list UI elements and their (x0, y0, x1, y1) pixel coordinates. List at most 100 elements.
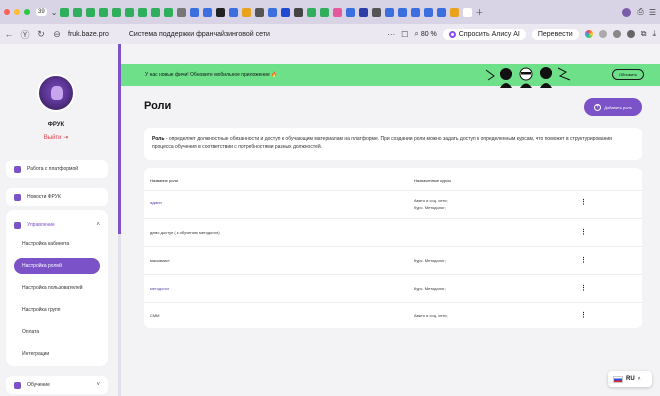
tab-favicon[interactable] (60, 7, 70, 17)
submenu-cabinet-settings[interactable]: Настройка кабинета (14, 236, 100, 252)
tab-favicon[interactable] (372, 7, 382, 17)
zoom-value: 80 % (420, 30, 437, 38)
tab-favicon[interactable] (138, 7, 148, 17)
sidebar-item-platform[interactable]: Работа с платформой (6, 160, 108, 178)
tab-favicon[interactable] (99, 7, 109, 17)
tab-favicon[interactable] (398, 7, 408, 17)
submenu-users-settings[interactable]: Настройка пользователей (14, 280, 100, 296)
extension-icon[interactable] (626, 30, 635, 38)
tab-favicon[interactable] (437, 7, 447, 17)
update-app-button[interactable]: Обновить (612, 69, 644, 80)
page-title-in-bar: Система поддержки франчайзинговой сети (128, 30, 270, 38)
zoom-indicator[interactable]: ⌕ 80 % (414, 29, 436, 39)
language-code: RU (626, 376, 635, 382)
role-name[interactable]: СММ (150, 313, 160, 319)
tab-favicon[interactable] (177, 7, 187, 17)
bookmark-manager-icon[interactable]: ⎙ (637, 7, 643, 17)
megaphone-icon (14, 193, 21, 201)
alice-button[interactable]: Спросить Алису AI (442, 28, 526, 40)
role-name[interactable]: админ (150, 200, 162, 206)
tab-favicon[interactable] (229, 7, 239, 17)
extensions-icon[interactable]: ⧉ (641, 29, 647, 39)
tab-favicon[interactable] (164, 7, 174, 17)
table-row[interactable]: маскамист Курс. Методолог; ⋮ (144, 246, 642, 274)
tab-favicon[interactable] (346, 7, 356, 17)
avatar[interactable] (37, 74, 75, 112)
more-options-icon[interactable]: ⋮ (580, 284, 587, 292)
tab-favicon[interactable] (333, 7, 343, 17)
add-role-label: Добавить роль (604, 104, 632, 110)
translate-button[interactable]: Перевести (531, 28, 579, 40)
tab-favicon[interactable] (112, 7, 122, 17)
add-role-button[interactable]: + Добавить роль (584, 98, 642, 116)
role-name[interactable]: методолог (150, 286, 169, 292)
role-name[interactable]: демо доступ ( к обучению методолог) (150, 230, 220, 236)
more-options-icon[interactable]: ⋮ (580, 228, 587, 236)
tab-favicon[interactable] (151, 7, 161, 17)
minimize-window-icon[interactable] (14, 9, 20, 15)
tab-favicon[interactable] (411, 7, 421, 17)
language-switcher[interactable]: RU ˄ (608, 371, 652, 387)
table-row[interactable]: демо доступ ( к обучению методолог) ⋮ (144, 218, 642, 246)
more-icon[interactable]: ··· (387, 30, 395, 39)
submenu-groups-settings[interactable]: Настройка групп (14, 302, 100, 318)
tab-favicon[interactable] (307, 7, 317, 17)
extension-icon[interactable] (598, 30, 607, 38)
tab-favicon[interactable] (359, 7, 369, 17)
table-row[interactable]: СММ Авито и соц. сети; ⋮ (144, 302, 642, 328)
tab-favicon[interactable] (294, 7, 304, 17)
tab-favicon[interactable] (255, 7, 265, 17)
tab-favicon[interactable] (86, 7, 96, 17)
sidebar-item-news[interactable]: Новости ФРУК (6, 188, 108, 206)
tabs-dropdown-icon[interactable]: ⌄ (51, 8, 58, 17)
downloads-icon[interactable]: ⤓ (652, 29, 656, 39)
menu-icon[interactable]: ☰ (649, 8, 656, 17)
column-header-courses: Назначенные курсы (414, 178, 452, 183)
extension-icon[interactable] (612, 30, 621, 38)
logout-link[interactable]: Выйти ⇥ (0, 134, 112, 141)
tab-favicon[interactable] (203, 7, 213, 17)
tab-favicon[interactable] (125, 7, 135, 17)
yandex-icon[interactable]: Ⓨ (20, 28, 30, 41)
tab-favicon[interactable] (281, 7, 291, 17)
tab-favicon[interactable] (216, 7, 226, 17)
tab-favicon[interactable] (242, 7, 252, 17)
tab-favicon[interactable] (190, 7, 200, 17)
window-controls: ⎙ ☰ (621, 7, 656, 17)
tab-favicon[interactable] (268, 7, 278, 17)
tab-favicon[interactable] (450, 7, 460, 17)
tab-favicon[interactable] (73, 7, 83, 17)
submenu-roles-settings[interactable]: Настройка ролей (14, 258, 100, 274)
active-tab-favicon[interactable] (463, 7, 473, 17)
submenu-payment[interactable]: Оплата (14, 324, 100, 340)
roles-table: Название роли Назначенные курсы админ Ав… (144, 168, 642, 328)
new-tab-icon[interactable]: ＋ (475, 7, 483, 18)
sidebar: ФРУК Выйти ⇥ Работа с платформой Новости… (0, 44, 118, 396)
tab-favicon[interactable] (320, 7, 330, 17)
bookmark-icon[interactable]: ☐ (401, 30, 408, 39)
tab-count-badge[interactable]: 39 (36, 8, 47, 16)
profile-avatar[interactable] (622, 7, 632, 17)
update-app-label: Обновить (618, 72, 638, 77)
table-row[interactable]: методолог Курс. Методолог; ⋮ (144, 274, 642, 302)
close-window-icon[interactable] (4, 9, 10, 15)
tab-favicon[interactable] (385, 7, 395, 17)
reload-icon[interactable]: ↻ (36, 29, 46, 40)
alice-icon (448, 30, 456, 38)
tab-favicon[interactable] (424, 7, 434, 17)
role-course: Курс. Методолог; (414, 286, 446, 291)
more-options-icon[interactable]: ⋮ (580, 311, 587, 319)
more-options-icon[interactable]: ⋮ (580, 256, 587, 264)
url-host[interactable]: fruk.baze.pro (68, 31, 109, 38)
extension-icon[interactable] (584, 30, 593, 38)
sidebar-item-management[interactable]: Управление ˄ (6, 216, 108, 234)
role-name[interactable]: маскамист (150, 258, 170, 264)
sidebar-item-learning[interactable]: Обучение ˅ (6, 376, 108, 394)
sidebar-item-label: Обучение (27, 382, 50, 388)
submenu-integrations[interactable]: Интеграции (14, 346, 100, 362)
address-bar: ← Ⓨ ↻ ⊖ fruk.baze.pro Система поддержки … (0, 24, 660, 44)
table-row[interactable]: админ Авито и соц. сети; Курс. Методолог… (144, 190, 642, 218)
more-options-icon[interactable]: ⋮ (580, 198, 587, 206)
maximize-window-icon[interactable] (24, 9, 30, 15)
back-icon[interactable]: ← (4, 29, 14, 39)
